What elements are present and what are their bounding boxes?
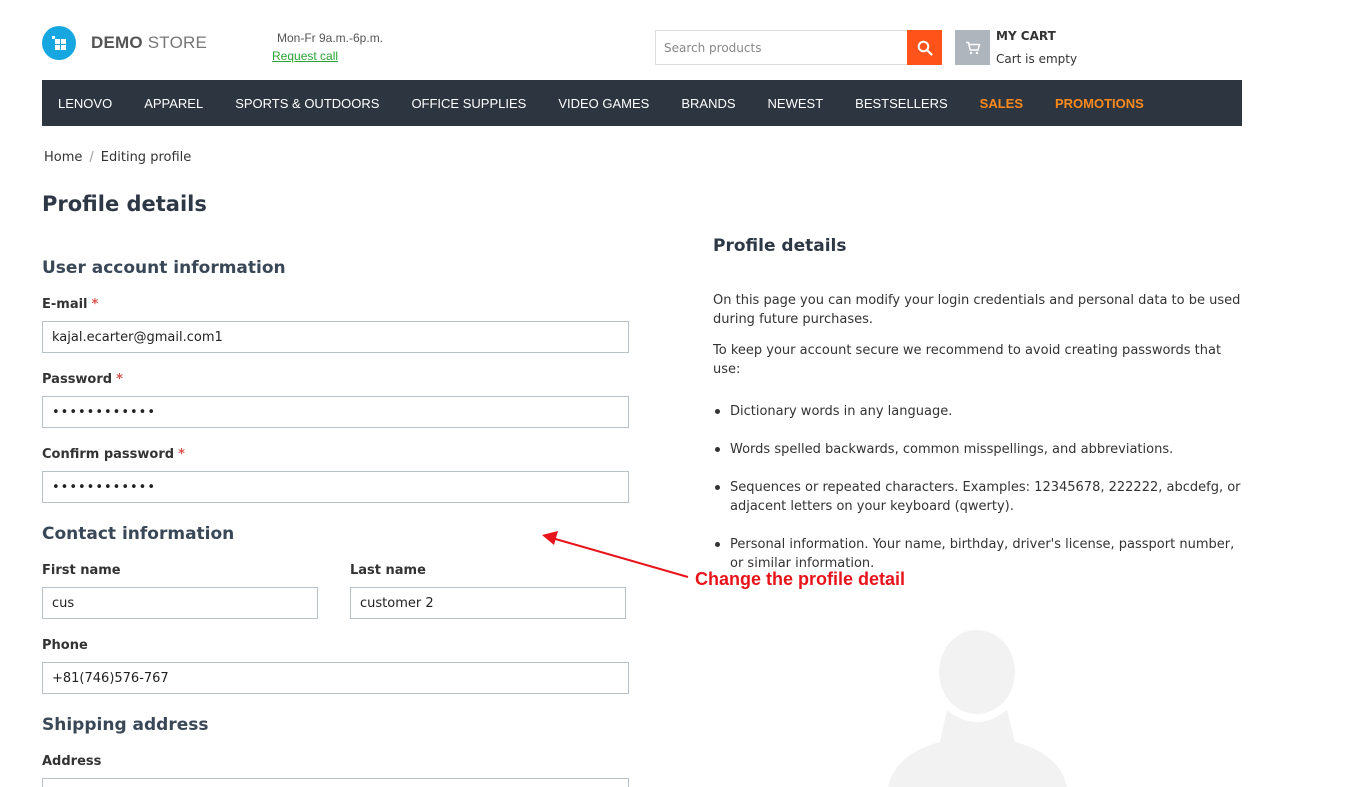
password-label-text: Password bbox=[42, 372, 113, 387]
password-label: Password * bbox=[42, 372, 123, 387]
nav-item-apparel[interactable]: APPAREL bbox=[144, 96, 203, 111]
info-paragraph-1: On this page you can modify your login c… bbox=[713, 293, 1241, 327]
store-logo[interactable]: DEMO STORE bbox=[42, 26, 207, 60]
breadcrumb-home[interactable]: Home bbox=[44, 150, 82, 165]
email-label-text: E-mail bbox=[42, 297, 88, 312]
address-label: Address bbox=[42, 754, 102, 769]
cart-title[interactable]: MY CART bbox=[996, 29, 1056, 43]
shipping-section-title: Shipping address bbox=[42, 715, 209, 735]
search-input[interactable] bbox=[655, 30, 907, 65]
list-item: Words spelled backwards, common misspell… bbox=[713, 440, 1243, 459]
phone-field[interactable] bbox=[42, 662, 629, 694]
nav-item-sales[interactable]: SALES bbox=[980, 96, 1023, 111]
password-field[interactable] bbox=[42, 396, 629, 428]
logo-icon bbox=[42, 26, 76, 60]
list-item: Dictionary words in any language. bbox=[713, 402, 1243, 421]
password-tips-list: Dictionary words in any language. Words … bbox=[713, 402, 1243, 592]
nav-item-brands[interactable]: BRANDS bbox=[681, 96, 735, 111]
logo-text-light: STORE bbox=[147, 33, 208, 52]
breadcrumb-current: Editing profile bbox=[100, 150, 192, 165]
nav-item-video-games[interactable]: VIDEO GAMES bbox=[558, 96, 649, 111]
first-name-field[interactable] bbox=[42, 587, 318, 619]
page-title: Profile details bbox=[42, 192, 207, 216]
search-button[interactable] bbox=[907, 30, 942, 65]
email-label: E-mail * bbox=[42, 297, 98, 312]
nav-item-promotions[interactable]: PROMOTIONS bbox=[1055, 96, 1144, 111]
cart-icon bbox=[965, 41, 980, 54]
confirm-password-label: Confirm password * bbox=[42, 447, 185, 462]
nav-item-office-supplies[interactable]: OFFICE SUPPLIES bbox=[411, 96, 526, 111]
avatar-silhouette-icon bbox=[888, 630, 1067, 787]
annotation-arrow-icon bbox=[542, 531, 689, 578]
last-name-field[interactable] bbox=[350, 587, 626, 619]
business-hours: Mon-Fr 9a.m.-6p.m. bbox=[277, 31, 384, 45]
confirm-password-label-text: Confirm password bbox=[42, 447, 175, 462]
breadcrumb-separator: / bbox=[89, 150, 94, 165]
email-field[interactable] bbox=[42, 321, 629, 353]
logo-text: DEMO STORE bbox=[91, 33, 207, 53]
address-field[interactable] bbox=[42, 778, 629, 787]
search-icon bbox=[917, 40, 933, 56]
nav-item-lenovo[interactable]: LENOVO bbox=[58, 96, 112, 111]
list-item: Sequences or repeated characters. Exampl… bbox=[713, 478, 1243, 516]
main-nav: LENOVO APPAREL SPORTS & OUTDOORS OFFICE … bbox=[42, 80, 1242, 126]
account-section-title: User account information bbox=[42, 258, 286, 278]
required-mark: * bbox=[91, 297, 99, 312]
required-mark: * bbox=[116, 372, 123, 387]
last-name-label: Last name bbox=[350, 563, 426, 578]
contact-section-title: Contact information bbox=[42, 524, 235, 544]
info-title: Profile details bbox=[713, 236, 847, 256]
cart-status: Cart is empty bbox=[996, 52, 1078, 66]
nav-item-bestsellers[interactable]: BESTSELLERS bbox=[855, 96, 948, 111]
request-call-link[interactable]: Request call bbox=[272, 49, 338, 63]
required-mark: * bbox=[178, 447, 185, 462]
nav-item-sports-outdoors[interactable]: SPORTS & OUTDOORS bbox=[235, 96, 379, 111]
breadcrumb: Home / Editing profile bbox=[44, 150, 191, 165]
first-name-label: First name bbox=[42, 563, 121, 578]
list-item: Personal information. Your name, birthda… bbox=[713, 535, 1243, 573]
logo-text-bold: DEMO bbox=[91, 33, 143, 52]
cart-button[interactable] bbox=[955, 30, 990, 65]
nav-item-newest[interactable]: NEWEST bbox=[768, 96, 824, 111]
confirm-password-field[interactable] bbox=[42, 471, 629, 503]
info-paragraph-2: To keep your account secure we recommend… bbox=[713, 343, 1222, 377]
phone-label: Phone bbox=[42, 638, 88, 653]
annotation-label: Change the profile detail bbox=[695, 569, 906, 589]
